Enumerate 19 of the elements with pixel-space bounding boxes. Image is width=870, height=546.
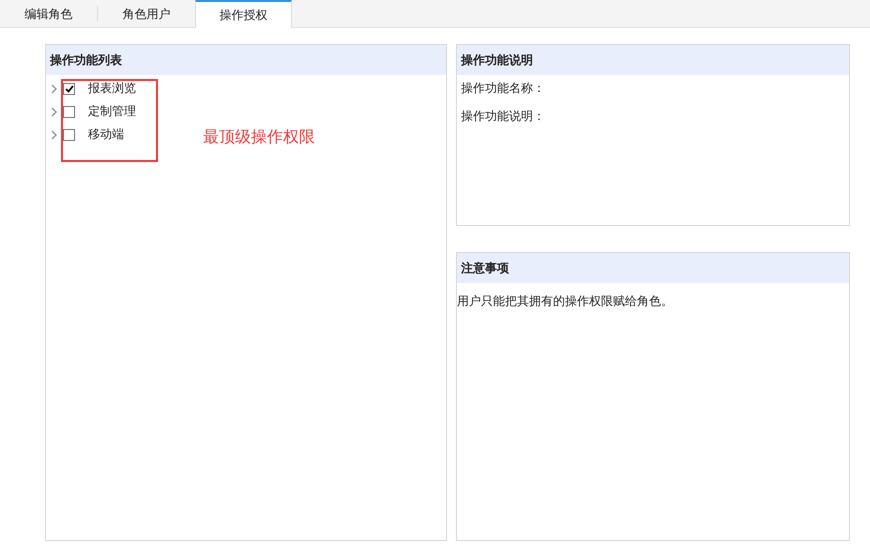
chevron-right-icon[interactable]	[51, 84, 57, 94]
tree-item-label[interactable]: 报表浏览	[88, 80, 136, 97]
panel-title: 操作功能列表	[46, 45, 446, 75]
checkbox[interactable]	[63, 106, 75, 118]
panel-title: 注意事项	[457, 253, 849, 283]
checkbox[interactable]	[63, 128, 75, 140]
tree-item-label[interactable]: 定制管理	[88, 103, 136, 120]
tab[interactable]: 编辑角色	[0, 0, 97, 27]
field-label: 操作功能说明：	[460, 108, 546, 125]
tab[interactable]: 角色用户	[98, 0, 195, 27]
checkbox[interactable]	[63, 82, 75, 94]
annotation-text: 最顶级操作权限	[203, 127, 315, 148]
field-label: 操作功能名称：	[460, 80, 546, 97]
chevron-right-icon[interactable]	[51, 106, 57, 116]
notes-text: 用户只能把其拥有的操作权限赋给角色。	[457, 293, 674, 310]
panel-title: 操作功能说明	[457, 45, 849, 75]
tree-item-label[interactable]: 移动端	[88, 126, 124, 143]
tab[interactable]: 操作授权	[195, 0, 292, 28]
chevron-right-icon[interactable]	[51, 130, 57, 140]
